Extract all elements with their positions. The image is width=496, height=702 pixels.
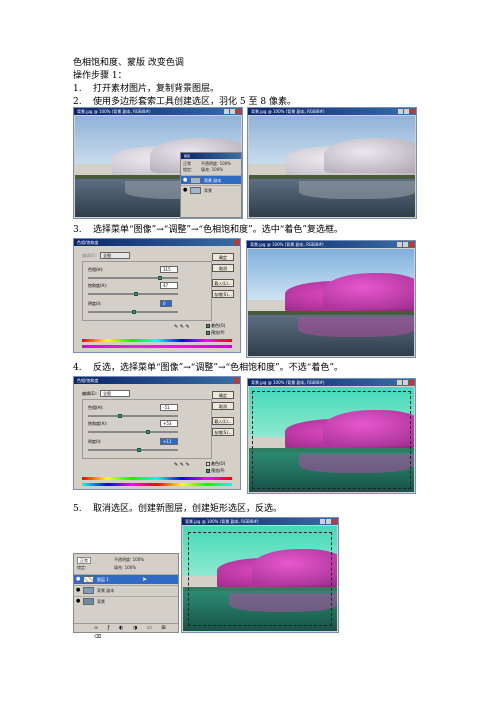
cancel-button[interactable]: 取消 [212,402,234,410]
preview-checkbox[interactable]: 预览(P) [206,468,225,473]
ok-button[interactable]: 确定 [212,253,234,261]
photo-window-original: 背景.jpg @ 100% (背景 副本, RGB/8#) 图层 正常 不透明度… [73,107,243,219]
eye-icon[interactable]: ● [76,599,80,604]
save-button[interactable]: 存储(S)... [212,290,234,298]
close-icon[interactable] [409,242,414,247]
photo-cherry-blossom [248,249,414,356]
layers-panel: 正常 不透明度: 100% 锁定: 填充: 100% ● 图层 1 ➤ ● 背景… [73,553,179,640]
layer-row[interactable]: ● 背景 副本 [74,585,178,595]
saturation-field[interactable]: +53 [160,420,178,427]
hue-bar-bottom [82,345,232,348]
saturation-field[interactable]: 47 [160,282,178,289]
lightness-slider-handle[interactable] [137,448,141,452]
blend-mode-select[interactable]: 正常 [183,161,191,166]
preview-checkbox[interactable]: 预览(P) [206,330,225,335]
doc-subtitle: 操作步骤 1： [73,71,127,81]
lock-label: 锁定: [183,167,193,172]
blend-mode-select[interactable]: 正常 [77,557,91,564]
cursor-icon: ➤ [142,576,148,583]
hue-bar-top [82,477,232,480]
hue-field[interactable]: -51 [160,404,178,411]
window-titlebar: 背景.jpg @ 100% (背景 副本, RGB/8#) [74,108,242,115]
step-1: 1. 打开素材图片，复制背景图层。 [73,84,220,94]
opacity-field[interactable]: 不透明度: 100% [114,557,144,562]
saturation-slider-handle[interactable] [146,430,150,434]
step-3: 3. 选择菜单“图像”→“调整”→“色相饱和度”。选中“着色”复选框。 [73,225,343,235]
eyedropper-icon[interactable]: ✎ ✎ ✎ [174,325,190,330]
save-button[interactable]: 存储(S)... [212,428,234,436]
saturation-slider-handle[interactable] [134,292,138,296]
eye-icon[interactable]: ● [183,178,187,183]
hue-field[interactable]: 315 [160,266,178,273]
hue-saturation-dialog-1: 色相/饱和度 编辑(E): 全图 色相(H): 315 饱和度(A): 47 明… [73,238,241,353]
eyedropper-icon[interactable]: ✎ ✎ ✎ [174,463,190,468]
layer-row[interactable]: ● 背景 [74,596,178,606]
hue-slider-handle[interactable] [158,276,162,280]
selection-marquee [188,532,332,626]
cancel-button[interactable]: 取消 [212,264,234,272]
saturation-label: 饱和度(A): [88,421,108,426]
colorize-checkbox[interactable]: 着色(O) [206,323,225,328]
layers-toolbar[interactable]: ∞ ƒ ◐ ◑ ▭ ⊞ ⌫ [74,623,178,640]
lightness-label: 明度(I): [88,301,102,306]
load-button[interactable]: 载入(L)... [212,417,234,425]
photo-window-selection: 背景.jpg @ 100% (背景 副本, RGB/8#) [247,107,417,219]
lightness-slider[interactable] [88,449,178,451]
edit-label: 编辑(E): [82,253,97,258]
lightness-label: 明度(I): [88,439,102,444]
close-icon[interactable] [410,109,415,114]
window-titlebar: 背景.jpg @ 100% (背景 副本, RGB/8#) [248,108,416,115]
fill-field[interactable]: 填充: 100% [114,565,136,570]
close-icon[interactable] [234,240,239,245]
layer-row[interactable]: ● 背景 副本 [181,175,241,184]
dialog-titlebar: 色相/饱和度 [74,239,240,246]
hue-bar-bottom [82,483,232,486]
eye-icon[interactable]: ● [183,188,187,193]
fill-field[interactable]: 填充: 100% [201,167,223,172]
close-icon[interactable] [409,380,414,385]
hue-slider[interactable] [88,277,178,279]
edit-label: 编辑(E): [82,391,97,396]
lock-label: 锁定: [77,565,87,570]
hue-slider[interactable] [88,415,178,417]
photo-window-colorized: 背景.jpg @ 100% (背景 副本, RGB/8#) [246,240,416,358]
layers-panel-small: 图层 正常 不透明度: 100% 锁定: 填充: 100% ● 背景 副本 ● … [180,152,242,218]
dialog-titlebar: 色相/饱和度 [74,377,240,384]
window-titlebar: 背景.jpg @ 100% (背景 副本, RGB/8#) [182,518,338,525]
window-titlebar: 背景.jpg @ 100% (背景 副本, RGB/8#) [248,379,415,386]
doc-title: 色相饱和度、蒙版 改变色调 [73,58,184,68]
layer-row[interactable]: ● 背景 [181,185,241,194]
close-icon[interactable] [236,109,241,114]
selection-marquee [252,391,411,489]
edit-select[interactable]: 全图 [100,252,130,259]
lightness-field[interactable]: 0 [160,300,172,307]
close-icon[interactable] [332,519,337,524]
opacity-field[interactable]: 不透明度: 100% [201,161,231,166]
step-5: 5. 取消选区。创建新图层，创建矩形选区，反选。 [73,504,283,514]
eye-icon[interactable]: ● [76,577,80,582]
photo-window-final: 背景.jpg @ 100% (背景 副本, RGB/8#) [181,517,339,633]
photo-cherry-blossom [249,116,415,217]
edit-select[interactable]: 全图 [100,390,130,397]
hue-saturation-dialog-2: 色相/饱和度 编辑(E): 全图 色相(H): -51 饱和度(A): +53 … [73,376,241,490]
hue-slider-handle[interactable] [118,414,122,418]
saturation-label: 饱和度(A): [88,283,108,288]
ok-button[interactable]: 确定 [212,391,234,399]
saturation-slider[interactable] [88,293,178,295]
photo-window-teal: 背景.jpg @ 100% (背景 副本, RGB/8#) [247,378,416,494]
eye-icon[interactable]: ● [76,588,80,593]
saturation-slider[interactable] [88,431,178,433]
hue-bar-top [82,339,232,342]
lightness-slider-handle[interactable] [132,310,136,314]
close-icon[interactable] [234,378,239,383]
colorize-checkbox[interactable]: 着色(O) [206,461,225,466]
window-titlebar: 背景.jpg @ 100% (背景 副本, RGB/8#) [247,241,415,248]
step-4: 4. 反选，选择菜单“图像”→“调整”→“色相饱和度”。不选“着色”。 [73,363,343,373]
hue-label: 色相(H): [88,405,104,410]
load-button[interactable]: 载入(L)... [212,279,234,287]
hue-label: 色相(H): [88,267,104,272]
lightness-field[interactable]: +11 [160,438,178,445]
layer-row[interactable]: ● 图层 1 ➤ [74,574,178,584]
